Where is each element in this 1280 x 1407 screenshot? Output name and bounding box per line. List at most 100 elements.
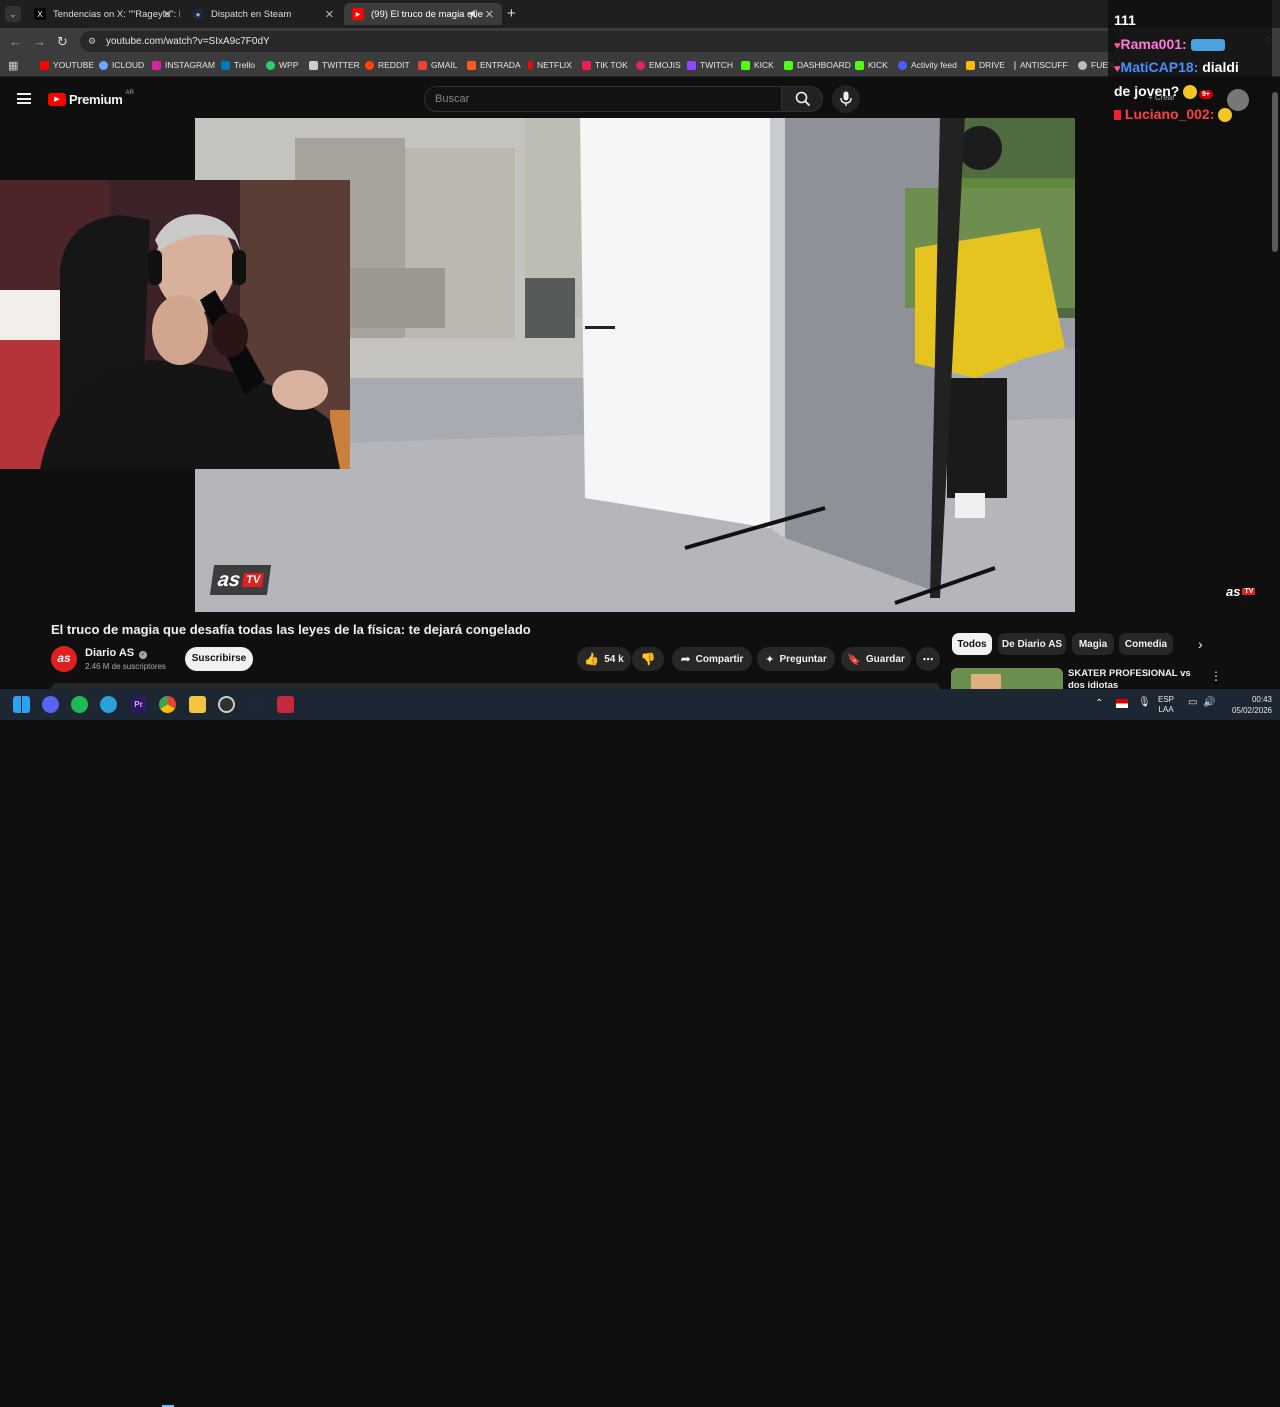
network-icon[interactable]: ▭ — [1188, 697, 1197, 708]
cloud-icon — [99, 60, 108, 70]
microphone-icon — [840, 91, 852, 106]
rec-thumbnail[interactable] — [951, 668, 1063, 689]
site-info-icon[interactable]: ⚙ — [88, 31, 96, 52]
browser-tab-bar: ⌄ X Tendencias on X: ""Rageylo": Pr ✕ ● … — [0, 0, 1280, 28]
windows-start-icon[interactable] — [13, 696, 30, 713]
chip-from-channel[interactable]: De Diario AS — [998, 633, 1066, 655]
youtube-icon: ▶ — [352, 8, 364, 20]
bookmark-youtube[interactable]: YOUTUBE — [40, 60, 94, 70]
clock[interactable]: 00:43 05/02/2026 — [1222, 694, 1272, 716]
close-icon[interactable]: ✕ — [485, 8, 494, 21]
chevron-right-icon[interactable]: › — [1198, 636, 1203, 652]
tab-youtube[interactable]: ▶ (99) El truco de magia que ◀) ✕ — [344, 3, 502, 25]
chrome-icon[interactable] — [159, 696, 176, 713]
search-button[interactable] — [781, 86, 823, 112]
bookmark-trello[interactable]: Trello — [221, 60, 255, 70]
more-actions-button[interactable]: ⋯ — [916, 647, 940, 671]
chip-all[interactable]: Todos — [952, 633, 992, 655]
channel-avatar[interactable]: as — [51, 646, 77, 672]
tray-chevron-icon[interactable]: ⌃ — [1095, 698, 1103, 709]
like-button[interactable]: 👍 54 k — [577, 647, 631, 671]
avatar[interactable] — [1227, 89, 1249, 111]
tab-steam[interactable]: ● Dispatch en Steam ✕ — [184, 3, 342, 25]
steam-icon[interactable] — [247, 696, 264, 713]
tab-title: Tendencias on X: ""Rageylo": Pr — [53, 8, 180, 20]
discord-icon[interactable] — [42, 696, 59, 713]
link-icon — [467, 60, 476, 70]
language-indicator[interactable]: ESP LAA — [1158, 695, 1174, 715]
ask-button[interactable]: ✦ Preguntar — [757, 647, 835, 671]
twitch-icon — [687, 60, 696, 70]
new-tab-button[interactable]: + — [507, 5, 516, 22]
tab-title: Dispatch en Steam — [211, 8, 292, 20]
chip-comedy[interactable]: Comedia — [1119, 633, 1173, 655]
channel-watermark-right[interactable]: as TV — [1226, 584, 1256, 599]
tab-twitter[interactable]: X Tendencias on X: ""Rageylo": Pr ✕ — [26, 3, 180, 25]
bookmark-kick[interactable]: KICK — [741, 60, 774, 70]
reddit-icon — [365, 60, 374, 70]
bookmark-dashboard[interactable]: DASHBOARD — [784, 60, 851, 70]
forward-icon[interactable]: → — [33, 34, 46, 49]
app-icon[interactable] — [277, 696, 294, 713]
more-horizontal-icon: ⋯ — [922, 653, 934, 666]
back-icon[interactable]: ← — [9, 34, 22, 49]
file-explorer-icon[interactable] — [189, 696, 206, 713]
bookmark-instagram[interactable]: INSTAGRAM — [152, 60, 215, 70]
tab-search-button[interactable]: ⌄ — [5, 6, 21, 22]
premiere-icon[interactable]: Pr — [130, 696, 147, 713]
emoji-icon — [636, 60, 645, 70]
bookmark-entrada[interactable]: ENTRADA — [467, 60, 521, 70]
bookmarks-bar: ▦ YOUTUBE ICLOUD INSTAGRAM Trello WPP TW… — [0, 55, 1280, 77]
bookmark-activity-feed[interactable]: Activity feed — [898, 60, 957, 70]
region-code: AR — [125, 89, 134, 96]
chip-magic[interactable]: Magia — [1072, 633, 1114, 655]
channel-name[interactable]: Diario AS ✓ — [85, 647, 148, 659]
voice-search-button[interactable] — [832, 85, 860, 113]
rec-title[interactable]: SKATER PROFESIONAL vs dos idiotas — [1068, 668, 1206, 689]
save-button[interactable]: 🔖 Guardar — [841, 647, 911, 671]
search-input[interactable]: Buscar — [424, 86, 782, 112]
reload-icon[interactable]: ↻ — [57, 34, 68, 50]
youtube-logo[interactable]: ▶ Premium AR — [48, 89, 134, 107]
close-icon[interactable]: ✕ — [325, 8, 334, 21]
bookmark-twitch[interactable]: TWITCH — [687, 60, 733, 70]
sparkle-icon: ✦ — [765, 653, 775, 666]
emote-laugh-icon — [1183, 85, 1198, 100]
url-field[interactable]: ⚙ youtube.com/watch?v=SIxA9c7F0dY — [80, 31, 1120, 52]
flag-icon[interactable] — [1116, 699, 1128, 708]
activity-icon — [898, 60, 907, 70]
bookmark-whatsapp[interactable]: WPP — [266, 60, 298, 70]
create-button[interactable]: + Crear — [1148, 93, 1175, 102]
volume-icon[interactable]: 🔊 — [1203, 697, 1215, 708]
chat-message: ♥MatiCAP18: dialdi — [1114, 59, 1239, 75]
mic-tray-icon[interactable]: 🎙 — [1138, 697, 1151, 708]
bookmark-kick-2[interactable]: KICK — [855, 60, 888, 70]
obs-icon[interactable] — [218, 696, 235, 713]
more-vertical-icon[interactable]: ⋮ — [1210, 669, 1222, 683]
notifications-badge[interactable]: 9+ — [1199, 90, 1213, 99]
close-icon[interactable]: ✕ — [163, 8, 172, 21]
telegram-icon[interactable] — [100, 696, 117, 713]
apps-grid-icon[interactable]: ▦ — [8, 59, 18, 72]
bookmark-tiktok[interactable]: TIK TOK — [582, 60, 628, 70]
bookmark-drive[interactable]: DRIVE — [966, 60, 1005, 70]
bookmark-icloud[interactable]: ICLOUD — [99, 60, 144, 70]
bookmark-twitter[interactable]: TWITTER — [309, 60, 360, 70]
hamburger-menu-icon[interactable] — [17, 93, 31, 104]
dislike-button[interactable]: 👎 — [632, 647, 664, 671]
bookmark-gmail[interactable]: GMAIL — [418, 60, 457, 70]
speaker-icon[interactable]: ◀) — [468, 8, 478, 19]
bookmark-antiscuff[interactable]: ANTISCUFF — [1014, 60, 1068, 70]
subscribe-button[interactable]: Suscribirse — [185, 647, 253, 671]
thumbs-up-icon: 👍 — [584, 652, 600, 666]
bookmark-emojis[interactable]: EMOJIS — [636, 60, 681, 70]
kick-icon — [784, 60, 793, 70]
spotify-icon[interactable] — [71, 696, 88, 713]
page-scrollbar[interactable] — [1272, 92, 1278, 252]
bookmark-reddit[interactable]: REDDIT — [365, 60, 410, 70]
gmail-icon — [418, 60, 427, 70]
steam-icon: ● — [192, 8, 204, 20]
bookmark-netflix[interactable]: NETFLIX — [528, 60, 572, 70]
trello-icon — [221, 60, 230, 70]
share-button[interactable]: ➦ Compartir — [672, 647, 752, 671]
